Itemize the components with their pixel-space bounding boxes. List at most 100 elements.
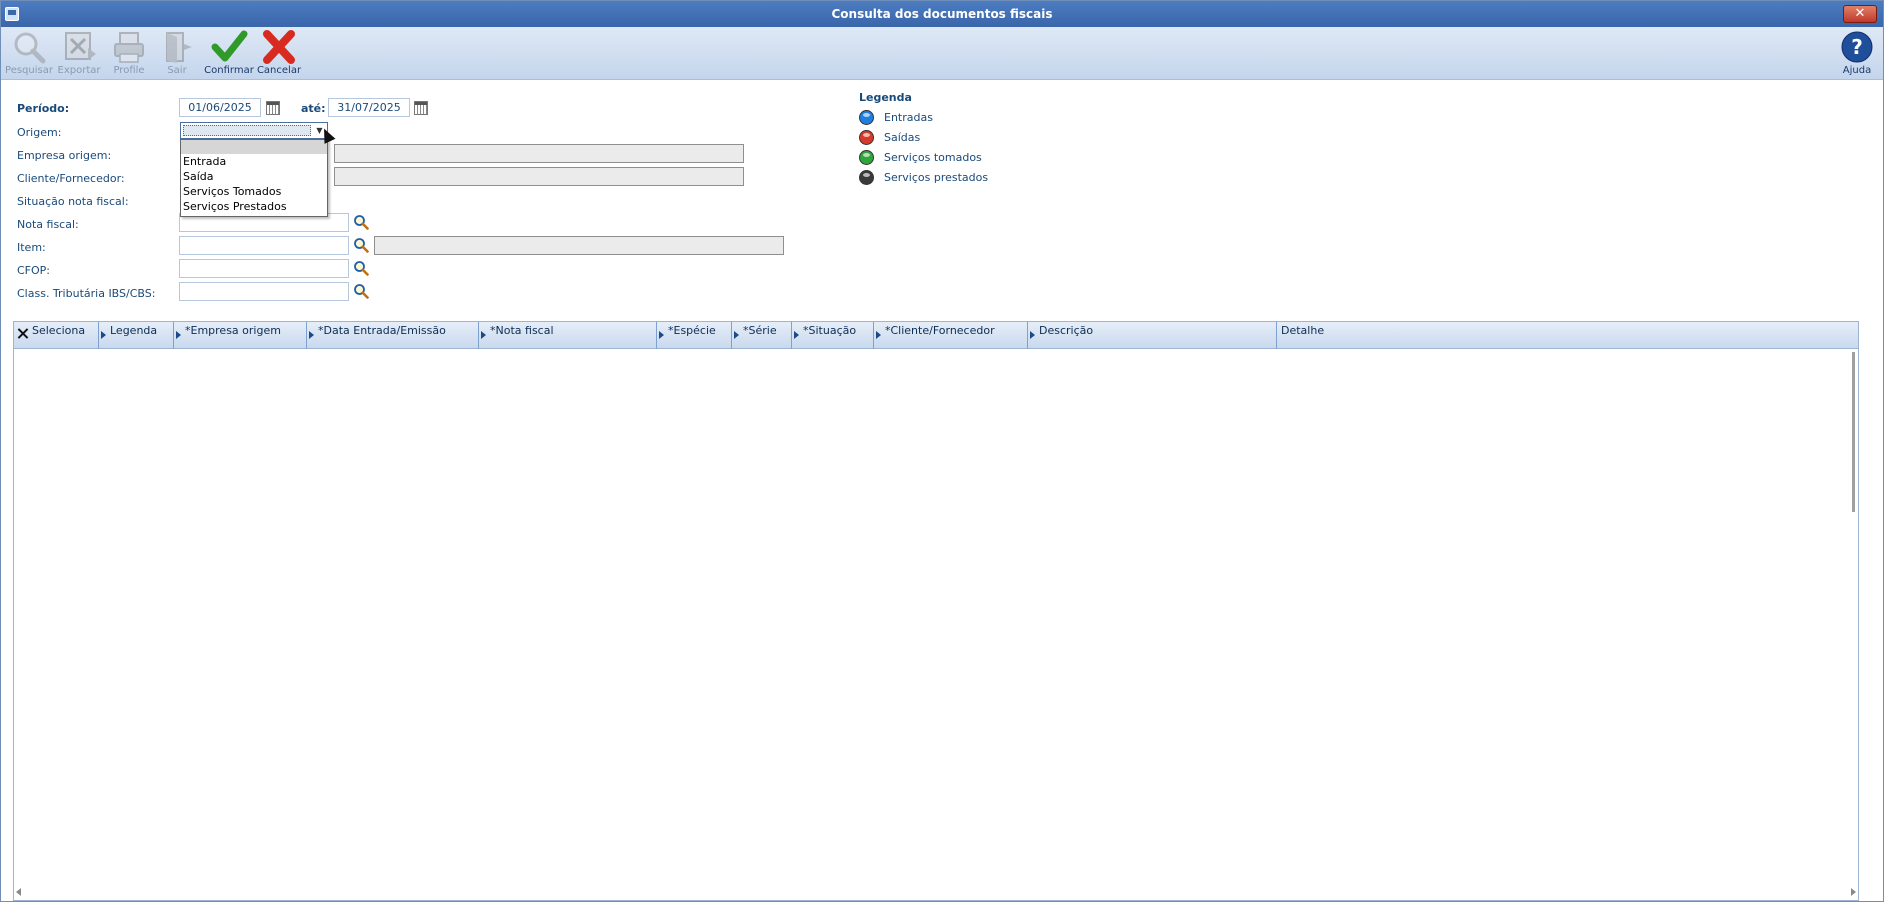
close-button[interactable]: ✕ — [1843, 5, 1877, 23]
export-button[interactable]: Exportar — [53, 30, 105, 78]
legend-item-servicos-tomados: Serviços tomados — [884, 151, 982, 164]
column-label: *Empresa origem — [185, 324, 281, 337]
search-icon[interactable] — [353, 237, 369, 253]
item-description-field — [374, 236, 784, 255]
cliente-label: Cliente/Fornecedor: — [17, 172, 125, 185]
profile-button[interactable]: Profile — [103, 30, 155, 78]
app-icon — [5, 7, 19, 21]
origem-select[interactable]: ▼ — [180, 122, 328, 139]
column-header-empresa-origem[interactable]: *Empresa origem — [174, 322, 307, 349]
column-header-descricao[interactable]: Descrição — [1028, 322, 1277, 349]
export-button-label: Exportar — [57, 65, 101, 76]
red-dot-icon — [859, 130, 874, 145]
situacao-label: Situação nota fiscal: — [17, 195, 129, 208]
svg-text:?: ? — [1851, 35, 1863, 59]
profile-button-label: Profile — [113, 65, 145, 76]
legend-item-entradas: Entradas — [884, 111, 933, 124]
column-label: *Situação — [803, 324, 857, 337]
origem-selected-value — [183, 125, 311, 136]
periodo-label: Período: — [17, 102, 70, 115]
origem-option-servicos-prestados[interactable]: Serviços Prestados — [181, 199, 327, 214]
sort-arrow-icon — [309, 331, 314, 339]
cancel-icon — [260, 30, 298, 64]
column-header-situacao[interactable]: *Situação — [792, 322, 874, 349]
search-icon[interactable] — [353, 283, 369, 299]
help-button-label: Ajuda — [1842, 65, 1872, 76]
periodo-from-field[interactable]: 01/06/2025 — [179, 98, 261, 117]
cancel-button[interactable]: Cancelar — [253, 30, 305, 78]
search-icon[interactable] — [353, 260, 369, 276]
exit-button[interactable]: Sair — [151, 30, 203, 78]
confirm-button[interactable]: Confirmar — [203, 30, 255, 78]
origem-label: Origem: — [17, 126, 62, 139]
item-field[interactable] — [179, 236, 349, 255]
nota-fiscal-label: Nota fiscal: — [17, 218, 79, 231]
calendar-icon[interactable] — [266, 101, 280, 115]
scroll-right-icon[interactable] — [1851, 888, 1856, 896]
check-icon — [210, 30, 248, 64]
origem-option-empty[interactable] — [181, 140, 327, 154]
cfop-label: CFOP: — [17, 264, 51, 277]
help-icon: ? — [1838, 30, 1876, 64]
origem-option-servicos-tomados[interactable]: Serviços Tomados — [181, 184, 327, 199]
column-header-especie[interactable]: *Espécie — [657, 322, 732, 349]
search-button-label: Pesquisar — [5, 65, 53, 76]
column-label: Descrição — [1039, 324, 1094, 337]
column-header-cliente-fornecedor[interactable]: *Cliente/Fornecedor — [874, 322, 1028, 349]
column-header-legenda[interactable]: Legenda — [99, 322, 174, 349]
ate-label: até: — [301, 102, 326, 115]
blue-dot-icon — [859, 110, 874, 125]
vertical-scrollbar[interactable] — [1852, 352, 1855, 512]
cfop-field[interactable] — [179, 259, 349, 278]
window-title: Consulta dos documentos fiscais — [831, 7, 1053, 21]
origem-option-entrada[interactable]: Entrada — [181, 154, 327, 169]
gray-dot-icon — [859, 170, 874, 185]
column-header-nota-fiscal[interactable]: *Nota fiscal — [479, 322, 657, 349]
item-label: Item: — [17, 241, 46, 254]
search-icon — [10, 30, 48, 64]
class-tributaria-label: Class. Tributária IBS/CBS: — [17, 287, 156, 300]
exit-button-label: Sair — [167, 65, 187, 76]
main-window: Consulta dos documentos fiscais ✕ Pesqui… — [0, 0, 1884, 902]
search-button[interactable]: Pesquisar — [3, 30, 55, 78]
column-label: Seleciona — [32, 324, 86, 337]
legend-title: Legenda — [859, 91, 912, 104]
cancel-button-label: Cancelar — [256, 65, 302, 76]
sort-arrow-icon — [876, 331, 881, 339]
column-header-seleciona[interactable]: Seleciona — [14, 322, 99, 349]
green-dot-icon — [859, 150, 874, 165]
column-header-serie[interactable]: *Série — [732, 322, 792, 349]
documents-grid: Seleciona Legenda *Empresa origem *Data … — [13, 321, 1859, 901]
empresa-description-field — [334, 144, 744, 163]
class-tributaria-field[interactable] — [179, 282, 349, 301]
column-label: *Cliente/Fornecedor — [885, 324, 995, 337]
toolbar: Pesquisar Exportar Profile Sair Confirma… — [1, 27, 1883, 80]
empresa-label: Empresa origem: — [17, 149, 112, 162]
legend-item-servicos-prestados: Serviços prestados — [884, 171, 989, 184]
sort-arrow-icon — [659, 331, 664, 339]
cliente-description-field — [334, 167, 744, 186]
sort-arrow-icon — [101, 331, 106, 339]
close-icon — [17, 328, 28, 339]
scroll-left-icon[interactable] — [16, 888, 21, 896]
origem-option-saida[interactable]: Saída — [181, 169, 327, 184]
search-icon[interactable] — [353, 214, 369, 230]
sort-arrow-icon — [481, 331, 486, 339]
profile-icon — [110, 30, 148, 64]
column-label: Detalhe — [1281, 324, 1325, 337]
help-button[interactable]: ? Ajuda — [1831, 30, 1883, 78]
sort-arrow-icon — [176, 331, 181, 339]
legend-item-saidas: Saídas — [884, 131, 921, 144]
column-header-detalhe[interactable]: Detalhe — [1277, 322, 1858, 349]
sort-arrow-icon — [1030, 331, 1035, 339]
periodo-to-field[interactable]: 31/07/2025 — [328, 98, 410, 117]
calendar-icon[interactable] — [414, 101, 428, 115]
origem-dropdown-list: Entrada Saída Serviços Tomados Serviços … — [180, 139, 328, 217]
sort-arrow-icon — [734, 331, 739, 339]
grid-header: Seleciona Legenda *Empresa origem *Data … — [14, 322, 1858, 349]
column-label: *Série — [743, 324, 777, 337]
column-header-data[interactable]: *Data Entrada/Emissão — [307, 322, 479, 349]
sort-arrow-icon — [794, 331, 799, 339]
export-icon — [60, 30, 98, 64]
column-label: *Data Entrada/Emissão — [318, 324, 446, 337]
